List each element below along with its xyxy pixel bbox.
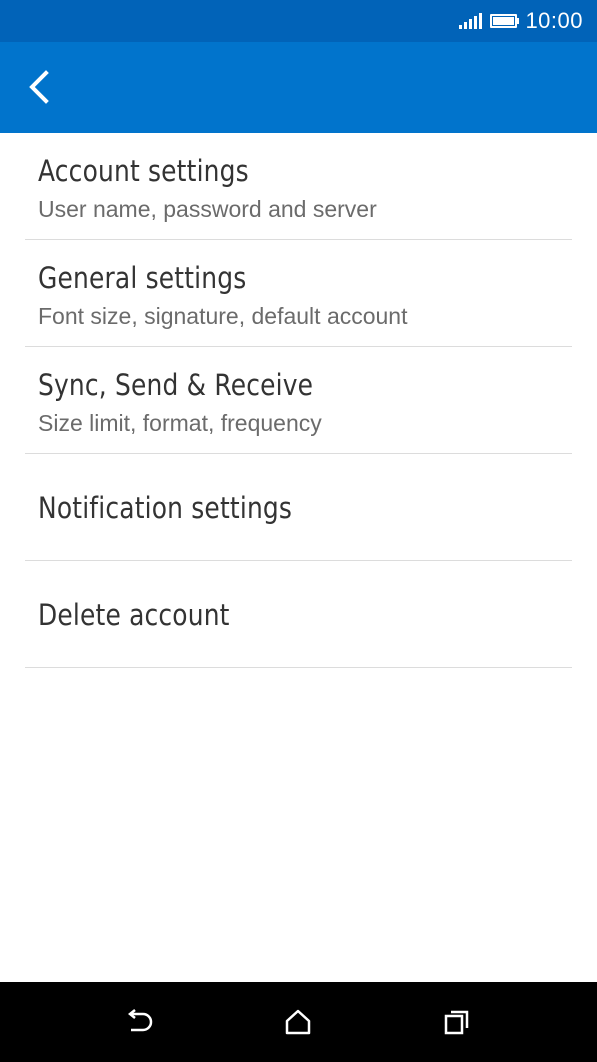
status-time: 10:00 xyxy=(525,8,583,33)
settings-item-notifications[interactable]: Notification settings xyxy=(25,454,572,561)
nav-back-button[interactable] xyxy=(119,1002,159,1042)
settings-item-title: General settings xyxy=(38,261,247,295)
nav-home-button[interactable] xyxy=(278,1002,318,1042)
settings-item-subtitle: User name, password and server xyxy=(38,196,377,222)
status-bar: 10:00 xyxy=(0,0,597,42)
settings-item-title: Sync, Send & Receive xyxy=(38,368,314,402)
nav-recents-button[interactable] xyxy=(437,1002,477,1042)
settings-item-title: Delete account xyxy=(38,598,230,632)
settings-item-title: Notification settings xyxy=(38,491,293,525)
settings-item-general[interactable]: General settings Font size, signature, d… xyxy=(25,240,572,347)
nav-home-icon xyxy=(285,1009,311,1035)
nav-recents-icon xyxy=(444,1010,469,1035)
settings-item-title: Account settings xyxy=(38,154,249,188)
battery-icon xyxy=(490,14,520,28)
settings-item-account[interactable]: Account settings User name, password and… xyxy=(25,133,572,240)
settings-item-delete-account[interactable]: Delete account xyxy=(25,561,572,668)
nav-back-icon xyxy=(127,1009,153,1032)
back-arrow-icon xyxy=(29,70,49,104)
settings-item-sync[interactable]: Sync, Send & Receive Size limit, format,… xyxy=(25,347,572,454)
back-button[interactable] xyxy=(14,60,64,114)
signal-icon xyxy=(459,13,483,29)
settings-item-subtitle: Size limit, format, frequency xyxy=(38,410,322,436)
settings-item-subtitle: Font size, signature, default account xyxy=(38,303,408,329)
settings-list: Account settings User name, password and… xyxy=(0,133,597,668)
app-bar xyxy=(0,42,597,133)
navigation-bar xyxy=(0,982,597,1062)
